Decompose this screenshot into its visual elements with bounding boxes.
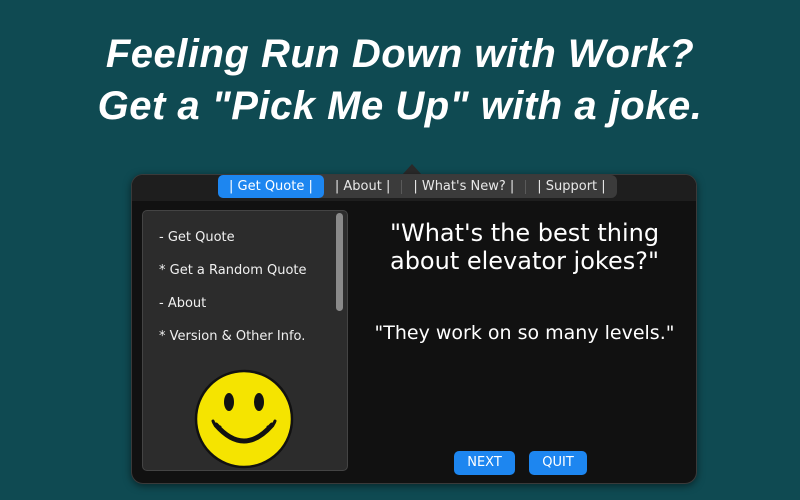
tab-whats-new[interactable]: | What's New? | bbox=[402, 175, 525, 198]
sidebar-item-about[interactable]: - About bbox=[159, 291, 307, 324]
tab-support[interactable]: | Support | bbox=[526, 175, 616, 198]
sidebar-item-get-quote[interactable]: - Get Quote bbox=[159, 225, 307, 258]
sidebar-scrollbar[interactable] bbox=[336, 213, 343, 311]
sidebar-item-random-quote[interactable]: * Get a Random Quote bbox=[159, 258, 307, 291]
joke-answer: "They work on so many levels." bbox=[374, 322, 675, 344]
quit-button[interactable]: QUIT bbox=[529, 451, 587, 475]
popover-window: | Get Quote | | About | | What's New? | … bbox=[131, 174, 697, 484]
next-button[interactable]: NEXT bbox=[454, 451, 515, 475]
sidebar-panel: - Get Quote * Get a Random Quote - About… bbox=[142, 210, 348, 471]
tab-get-quote[interactable]: | Get Quote | bbox=[218, 175, 324, 198]
joke-question: "What's the best thing about elevator jo… bbox=[389, 219, 660, 275]
headline-line-1: Feeling Run Down with Work? bbox=[105, 32, 695, 76]
tab-about[interactable]: | About | bbox=[324, 175, 401, 198]
headline-line-2: Get a "Pick Me Up" with a joke. bbox=[97, 84, 703, 128]
headline: Feeling Run Down with Work? Get a "Pick … bbox=[0, 28, 800, 132]
sidebar-list: - Get Quote * Get a Random Quote - About… bbox=[159, 225, 307, 357]
tab-bar: | Get Quote | | About | | What's New? | … bbox=[218, 175, 617, 198]
quote-area: "What's the best thing about elevator jo… bbox=[362, 219, 687, 345]
sidebar-item-version-info[interactable]: * Version & Other Info. bbox=[159, 324, 307, 357]
smiley-face-icon bbox=[194, 369, 294, 469]
